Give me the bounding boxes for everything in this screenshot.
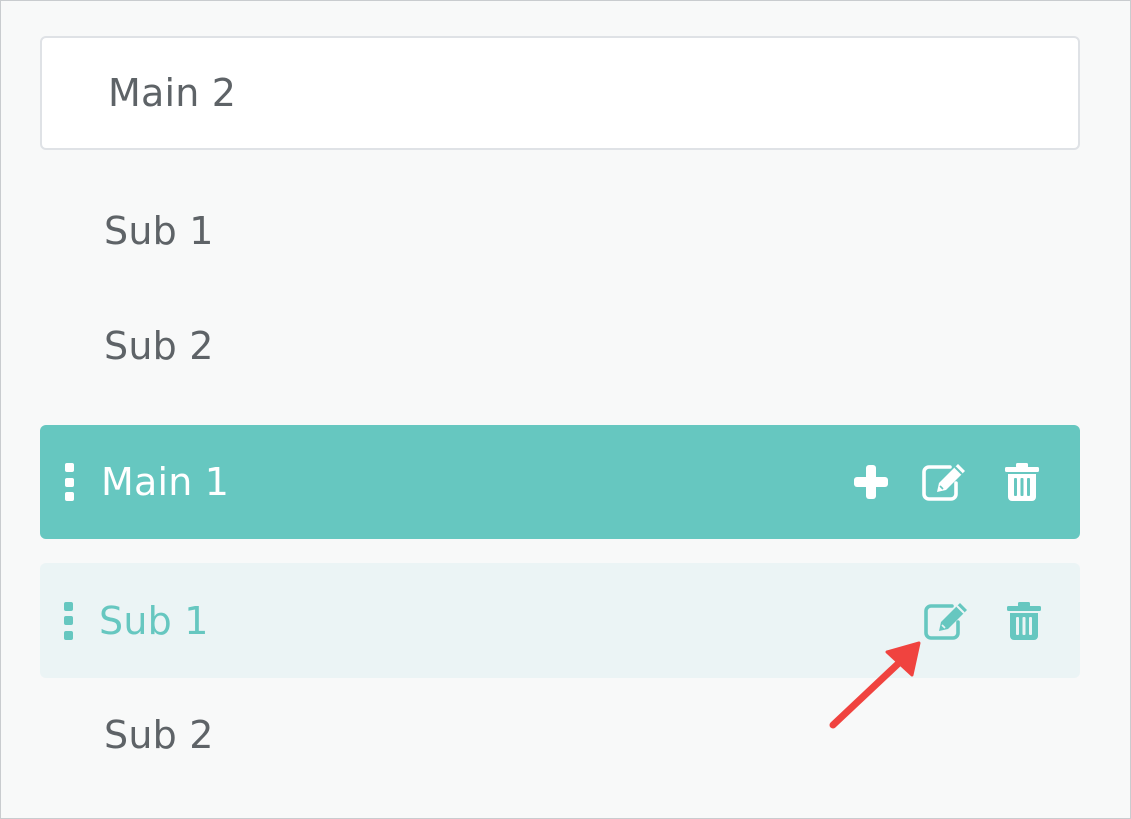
submenu-item-label: Sub 1 xyxy=(104,209,214,253)
submenu-item-label: Sub 2 xyxy=(104,324,214,368)
submenu-item-label: Sub 1 xyxy=(99,598,209,643)
menu-item-label: Main 1 xyxy=(101,460,230,504)
menu-tree-panel: Main 2 Sub 1 Sub 2 Main 1 Sub 1 Sub 2 xyxy=(0,0,1131,819)
menu-item-main-1[interactable]: Main 1 xyxy=(40,425,1080,539)
submenu-item-sub-2[interactable]: Sub 2 xyxy=(40,296,1080,396)
drag-handle-icon[interactable] xyxy=(63,601,73,640)
menu-item-main-2[interactable]: Main 2 xyxy=(40,36,1080,150)
drag-handle-icon[interactable] xyxy=(64,463,74,501)
plus-icon[interactable] xyxy=(850,461,892,503)
menu-item-label: Main 2 xyxy=(108,71,237,115)
submenu-item-sub-1[interactable]: Sub 1 xyxy=(40,181,1080,281)
edit-icon[interactable] xyxy=(920,461,970,503)
submenu-item-actions xyxy=(922,563,1044,678)
red-arrow-icon xyxy=(829,641,921,729)
trash-icon[interactable] xyxy=(1004,600,1044,642)
menu-item-actions xyxy=(850,425,1042,539)
submenu-item-label: Sub 2 xyxy=(104,713,214,757)
trash-icon[interactable] xyxy=(1002,461,1042,503)
